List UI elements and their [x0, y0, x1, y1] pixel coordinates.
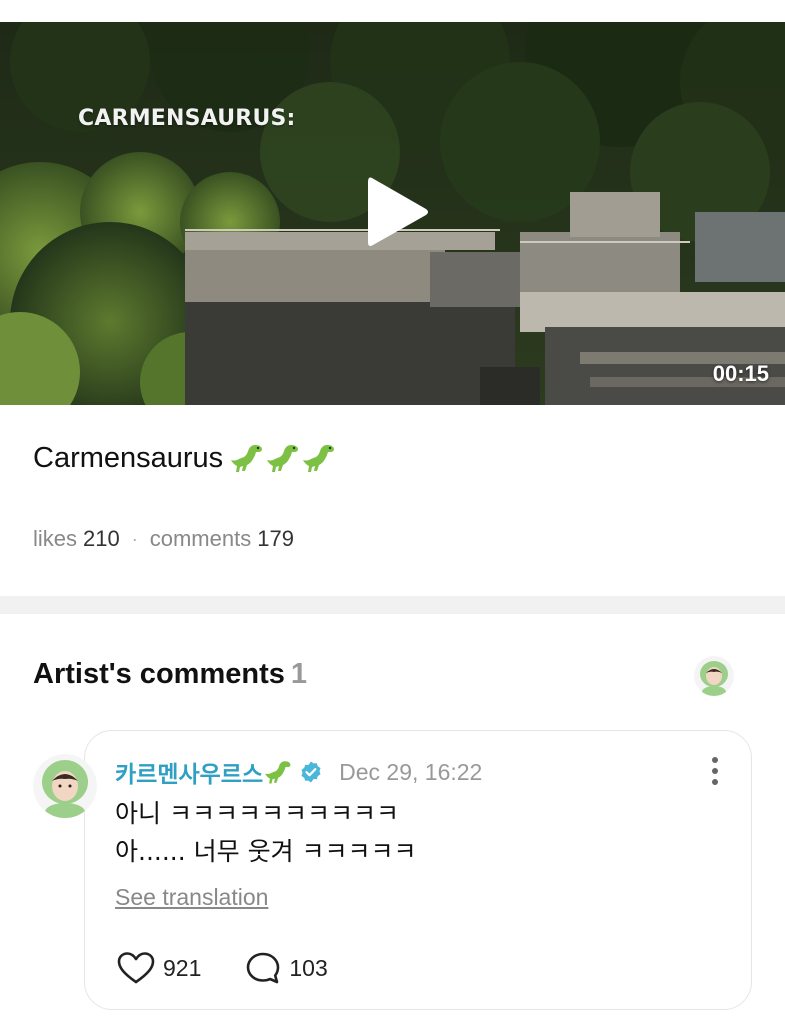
- artist-avatar[interactable]: [694, 656, 734, 696]
- see-translation-link[interactable]: See translation: [115, 884, 268, 911]
- top-spacer: [0, 0, 785, 22]
- comment-header: 카르멘사우르스 Dec 29, 16:22: [115, 755, 482, 789]
- comment-line: 아...... 너무 웃겨 ㅋㅋㅋㅋㅋ: [115, 837, 417, 866]
- likes-count: 210: [83, 526, 120, 551]
- comments-label[interactable]: comments: [150, 526, 251, 552]
- dinosaur-icon: [267, 445, 299, 472]
- comment-date: Dec 29, 16:22: [339, 758, 483, 785]
- dinosaur-icon: [265, 761, 291, 784]
- post-stats: likes 210 · comments 179: [33, 526, 294, 552]
- video-player[interactable]: CARMENSAURUS: 00:15: [0, 22, 785, 405]
- more-options-icon[interactable]: [709, 755, 721, 787]
- artist-comments-title: Artist's comments: [33, 658, 285, 690]
- stats-separator: ·: [131, 528, 138, 549]
- dinosaur-icon: [231, 445, 263, 472]
- avatar-image: [694, 656, 734, 696]
- video-duration: 00:15: [712, 361, 769, 386]
- heart-icon: [117, 952, 155, 984]
- comment-line: 아니 ㅋㅋㅋㅋㅋㅋㅋㅋㅋㅋ: [115, 799, 399, 828]
- comment-bubble-icon: [247, 952, 280, 984]
- reply-count: 103: [289, 954, 328, 981]
- likes-label: likes: [33, 526, 78, 551]
- like-button[interactable]: 921: [117, 951, 201, 985]
- post-title-text: Carmensaurus: [33, 441, 224, 474]
- comment-actions: 921 103: [117, 951, 328, 985]
- dinosaur-emojis: [231, 441, 337, 475]
- play-icon: [368, 177, 428, 246]
- dinosaur-icon: [303, 445, 335, 472]
- post-title: Carmensaurus: [33, 441, 337, 475]
- video-caption: CARMENSAURUS:: [78, 106, 296, 131]
- like-count: 921: [163, 954, 202, 981]
- play-button[interactable]: [362, 172, 434, 252]
- reply-button[interactable]: 103: [245, 951, 328, 985]
- artist-comments-heading: Artist's comments 1: [33, 658, 307, 691]
- verified-badge-icon: [301, 761, 321, 783]
- comment-body: 아니 ㅋㅋㅋㅋㅋㅋㅋㅋㅋㅋ 아...... 너무 웃겨 ㅋㅋㅋㅋㅋ: [115, 795, 417, 871]
- comment-author-avatar[interactable]: [33, 754, 97, 818]
- avatar-image: [33, 754, 97, 818]
- artist-comments-count: 1: [290, 658, 307, 690]
- comment-card: 카르멘사우르스 Dec 29, 16:22 아니 ㅋㅋㅋㅋㅋㅋㅋㅋㅋㅋ 아...…: [84, 730, 752, 1010]
- section-divider: [0, 596, 785, 614]
- comments-count[interactable]: 179: [257, 526, 294, 552]
- comment-author-name[interactable]: 카르멘사우르스: [115, 755, 263, 789]
